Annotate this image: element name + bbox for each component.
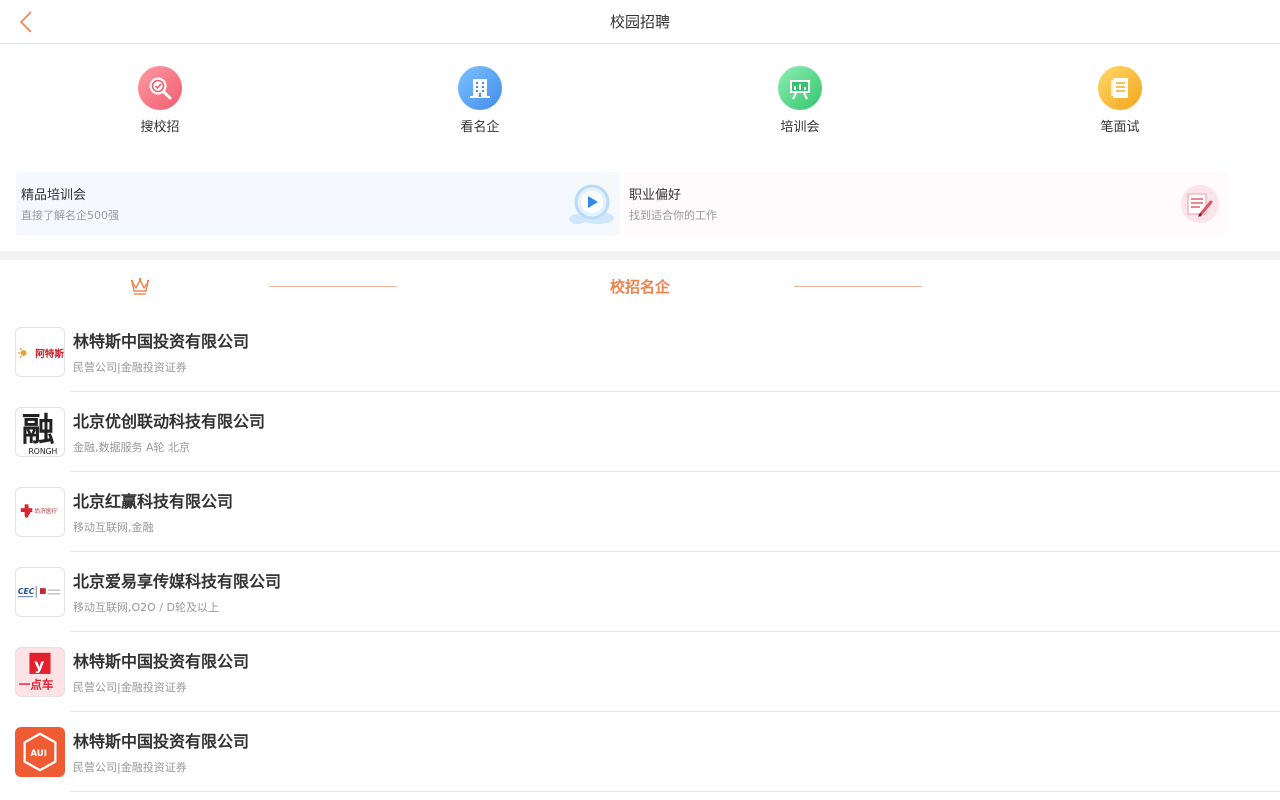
company-tags: 民营公司|金融投资证券: [73, 361, 187, 374]
company-name: 林特斯中国投资有限公司: [73, 652, 250, 671]
company-row[interactable]: 尚济医疗 北京红赢科技有限公司 移动互联网,金融: [0, 472, 1280, 552]
company-tags: 民营公司|金融投资证券: [73, 761, 187, 774]
logo-text: CEC: [18, 587, 35, 596]
svg-text:y: y: [34, 656, 44, 674]
company-row[interactable]: y 一点车 林特斯中国投资有限公司 民营公司|金融投资证券: [0, 632, 1280, 712]
nav-exam[interactable]: 笔面试: [1070, 66, 1170, 135]
feature-title: 职业偏好: [629, 188, 682, 203]
company-name: 北京红赢科技有限公司: [73, 492, 234, 511]
page-title: 校园招聘: [609, 13, 670, 31]
nav-companies[interactable]: 看名企: [430, 66, 530, 135]
cec-logo-icon: CEC: [17, 586, 61, 598]
company-tags: 移动互联网,金融: [73, 521, 154, 534]
quick-nav: 搜校招 看名企 培训会 笔面试: [0, 44, 1280, 154]
aui-logo-icon: AUI: [23, 732, 57, 772]
sun-logo-icon: 阿特斯: [17, 347, 64, 360]
logo-text: 阿特斯: [35, 348, 64, 360]
company-logo: y 一点车: [15, 647, 65, 697]
logo-text: 一点车: [19, 677, 54, 691]
company-row[interactable]: 阿特斯 林特斯中国投资有限公司 民营公司|金融投资证券: [0, 312, 1280, 392]
company-row[interactable]: 融 RONGH 北京优创联动科技有限公司 金融,数据服务 A轮 北京: [0, 392, 1280, 472]
calligraphy-logo-icon: 融 RONGH: [22, 410, 58, 456]
feature-subtitle: 找到适合你的工作: [629, 209, 717, 222]
company-tags: 民营公司|金融投资证券: [73, 681, 187, 694]
company-logo: CEC: [15, 567, 65, 617]
nav-label: 搜校招: [140, 120, 180, 135]
company-logo: 融 RONGH: [15, 407, 65, 457]
nav-search-campus[interactable]: 搜校招: [110, 66, 210, 135]
company-tags: 移动互联网,O2O / D轮及以上: [73, 601, 219, 614]
note-pen-icon: [1181, 185, 1219, 223]
video-cloud-icon: [569, 184, 614, 224]
presentation-icon: [778, 66, 822, 110]
feature-card-training[interactable]: 精品培训会 直接了解名企500强: [16, 172, 620, 235]
company-tags: 金融,数据服务 A轮 北京: [73, 441, 191, 454]
notebook-icon: [1098, 66, 1142, 110]
search-campus-icon: [138, 66, 182, 110]
feature-title: 精品培训会: [21, 188, 87, 203]
nav-label: 笔面试: [1100, 120, 1140, 135]
section-header: 校招名企: [0, 260, 1280, 312]
logo-text: 尚济医疗: [34, 507, 57, 515]
feature-subtitle: 直接了解名企500强: [21, 209, 119, 222]
nav-training[interactable]: 培训会: [750, 66, 850, 135]
company-row[interactable]: CEC 北京爱易享传媒科技有限公司 移动互联网,O2O / D轮及以上: [0, 552, 1280, 632]
nav-label: 看名企: [460, 120, 500, 135]
row-divider: [70, 791, 1280, 792]
logo-text: AUI: [30, 749, 47, 759]
company-name: 北京爱易享传媒科技有限公司: [73, 572, 282, 591]
company-name: 北京优创联动科技有限公司: [73, 412, 266, 431]
section-title: 校招名企: [609, 278, 670, 296]
company-name: 林特斯中国投资有限公司: [73, 332, 250, 351]
company-name: 林特斯中国投资有限公司: [73, 732, 250, 751]
car-logo-icon: y 一点车: [19, 652, 54, 691]
company-logo: 阿特斯: [15, 327, 65, 377]
company-logo: AUI: [15, 727, 65, 777]
top-bar: 校园招聘: [0, 0, 1280, 44]
medical-cross-logo-icon: 尚济医疗: [20, 504, 57, 519]
feature-card-career[interactable]: 职业偏好 找到适合你的工作: [624, 172, 1228, 235]
section-line-right: [794, 286, 922, 287]
logo-text: 融: [22, 410, 55, 449]
building-icon: [458, 66, 502, 110]
logo-subtext: RONGH: [28, 447, 57, 456]
company-list: 阿特斯 林特斯中国投资有限公司 民营公司|金融投资证券 融 RONGH 北京优创…: [0, 312, 1280, 792]
nav-label: 培训会: [780, 120, 820, 135]
company-row[interactable]: AUI 林特斯中国投资有限公司 民营公司|金融投资证券: [0, 712, 1280, 792]
section-divider: [0, 251, 1280, 260]
company-logo: 尚济医疗: [15, 487, 65, 537]
